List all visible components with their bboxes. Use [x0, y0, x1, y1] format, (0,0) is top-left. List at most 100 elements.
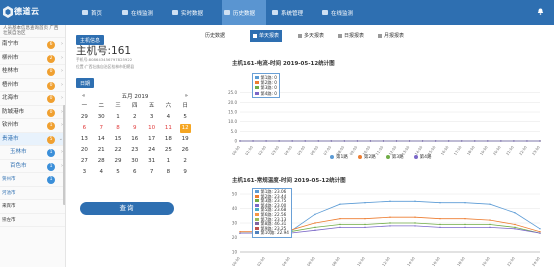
calendar-day[interactable]: 19: [177, 134, 194, 145]
data-point[interactable]: [414, 200, 416, 202]
data-point[interactable]: [539, 231, 541, 233]
data-point[interactable]: [464, 226, 466, 229]
data-point[interactable]: [356, 140, 359, 142]
data-point[interactable]: [314, 229, 316, 231]
data-point[interactable]: [395, 140, 398, 142]
data-point[interactable]: [500, 140, 502, 142]
calendar-day[interactable]: 17: [143, 134, 160, 145]
calendar-day[interactable]: 10: [143, 123, 160, 134]
calendar-day[interactable]: 27: [76, 156, 93, 167]
calendar-day[interactable]: 9: [126, 123, 143, 134]
calendar-day[interactable]: 1: [110, 112, 127, 123]
data-point[interactable]: [489, 203, 491, 205]
calendar-day[interactable]: 3: [76, 167, 93, 178]
data-point[interactable]: [314, 213, 316, 215]
calendar-day[interactable]: 23: [126, 145, 143, 156]
calendar-day[interactable]: 5: [177, 112, 194, 123]
data-point[interactable]: [239, 140, 241, 142]
data-point[interactable]: [314, 226, 316, 229]
calendar-day[interactable]: 29: [110, 156, 127, 167]
nav-realtime-data[interactable]: 实时数据: [170, 0, 212, 25]
sidebar-item-fangchenggang[interactable]: 防城港市 0 ›: [0, 106, 65, 119]
calendar-day[interactable]: 7: [143, 167, 160, 178]
data-point[interactable]: [539, 232, 541, 234]
data-point[interactable]: [414, 225, 416, 227]
data-point[interactable]: [514, 212, 516, 214]
data-point[interactable]: [278, 140, 280, 142]
data-point[interactable]: [489, 226, 491, 229]
data-point[interactable]: [314, 222, 316, 224]
data-point[interactable]: [330, 140, 333, 142]
legend-item[interactable]: 第2路: [357, 154, 376, 160]
calendar-day[interactable]: 7: [93, 123, 110, 134]
data-point[interactable]: [539, 140, 541, 142]
data-point[interactable]: [389, 225, 391, 227]
data-point[interactable]: [526, 140, 528, 142]
nav-online-monitor-2[interactable]: 在线监测: [320, 0, 364, 25]
data-point[interactable]: [414, 216, 416, 218]
data-point[interactable]: [389, 216, 391, 218]
calendar-day[interactable]: 2: [177, 156, 194, 167]
data-point[interactable]: [364, 217, 366, 220]
data-point[interactable]: [514, 226, 516, 229]
legend-item[interactable]: 第3路: [385, 154, 404, 160]
sidebar-item-hechi[interactable]: 河池市: [0, 187, 65, 200]
data-point[interactable]: [239, 231, 241, 233]
query-button[interactable]: 查询: [80, 202, 174, 215]
data-point[interactable]: [434, 140, 437, 142]
calendar-day[interactable]: 20: [76, 145, 93, 156]
calendar-day[interactable]: 9: [177, 167, 194, 178]
data-point[interactable]: [439, 226, 441, 229]
calendar-day[interactable]: 30: [93, 112, 110, 123]
calendar-day[interactable]: 6: [126, 167, 143, 178]
sidebar-item-yulin[interactable]: 玉林市 1 ›: [0, 146, 65, 160]
nav-online-monitor[interactable]: 在线监测: [120, 0, 162, 25]
calendar-day[interactable]: 26: [177, 145, 194, 156]
data-point[interactable]: [464, 202, 466, 204]
sidebar-item-chongzuo[interactable]: 崇左市: [0, 214, 65, 227]
data-point[interactable]: [339, 223, 341, 226]
calendar-day[interactable]: 3: [143, 112, 160, 123]
tab-daily-report[interactable]: 日报报表: [335, 30, 367, 42]
sidebar-item-hezhou[interactable]: 贺州市 1: [0, 173, 65, 187]
sidebar-item-nanning[interactable]: 南宁市 6 ›: [0, 38, 65, 52]
tab-monthly-report[interactable]: 月报报表: [375, 30, 407, 42]
data-point[interactable]: [474, 140, 476, 142]
sidebar-item-guilin[interactable]: 桂林市 0 ›: [0, 65, 65, 79]
calendar-day[interactable]: 4: [160, 112, 177, 123]
calendar-day[interactable]: 2: [126, 112, 143, 123]
data-point[interactable]: [343, 140, 346, 142]
calendar-day[interactable]: 15: [110, 134, 127, 145]
data-point[interactable]: [389, 200, 391, 202]
prev-month-button[interactable]: «: [82, 93, 85, 99]
data-point[interactable]: [382, 140, 385, 142]
bell-icon[interactable]: [537, 8, 544, 15]
data-point[interactable]: [439, 202, 441, 204]
calendar-day[interactable]: 11: [160, 123, 177, 134]
legend-item[interactable]: 第1路: [330, 154, 348, 160]
calendar-day[interactable]: 16: [126, 134, 143, 145]
data-point[interactable]: [539, 228, 541, 230]
data-point[interactable]: [464, 217, 466, 220]
data-point[interactable]: [364, 202, 366, 204]
sidebar-item-baise[interactable]: 百色市 1 ›: [0, 160, 65, 173]
sidebar-item-guigang[interactable]: 贵港市 5 ⌄: [0, 132, 65, 146]
calendar-day[interactable]: 30: [126, 156, 143, 167]
calendar-day[interactable]: 14: [93, 134, 110, 145]
next-month-button[interactable]: »: [185, 93, 188, 99]
sidebar-item-liuzhou[interactable]: 柳州市 2 ›: [0, 52, 65, 65]
calendar-month-label[interactable]: 五月 2019: [122, 92, 149, 100]
data-point[interactable]: [487, 140, 489, 142]
data-point[interactable]: [304, 140, 306, 142]
calendar-day[interactable]: 8: [160, 167, 177, 178]
data-point[interactable]: [439, 223, 441, 226]
calendar-day[interactable]: 21: [93, 145, 110, 156]
calendar-day[interactable]: 13: [76, 134, 93, 145]
data-point[interactable]: [369, 140, 372, 142]
nav-system-management[interactable]: 系统管理: [270, 0, 312, 25]
data-point[interactable]: [252, 140, 254, 142]
data-point[interactable]: [489, 223, 491, 226]
data-point[interactable]: [514, 228, 516, 230]
data-point[interactable]: [389, 222, 391, 224]
nav-history-data[interactable]: 历史数据: [222, 0, 266, 25]
